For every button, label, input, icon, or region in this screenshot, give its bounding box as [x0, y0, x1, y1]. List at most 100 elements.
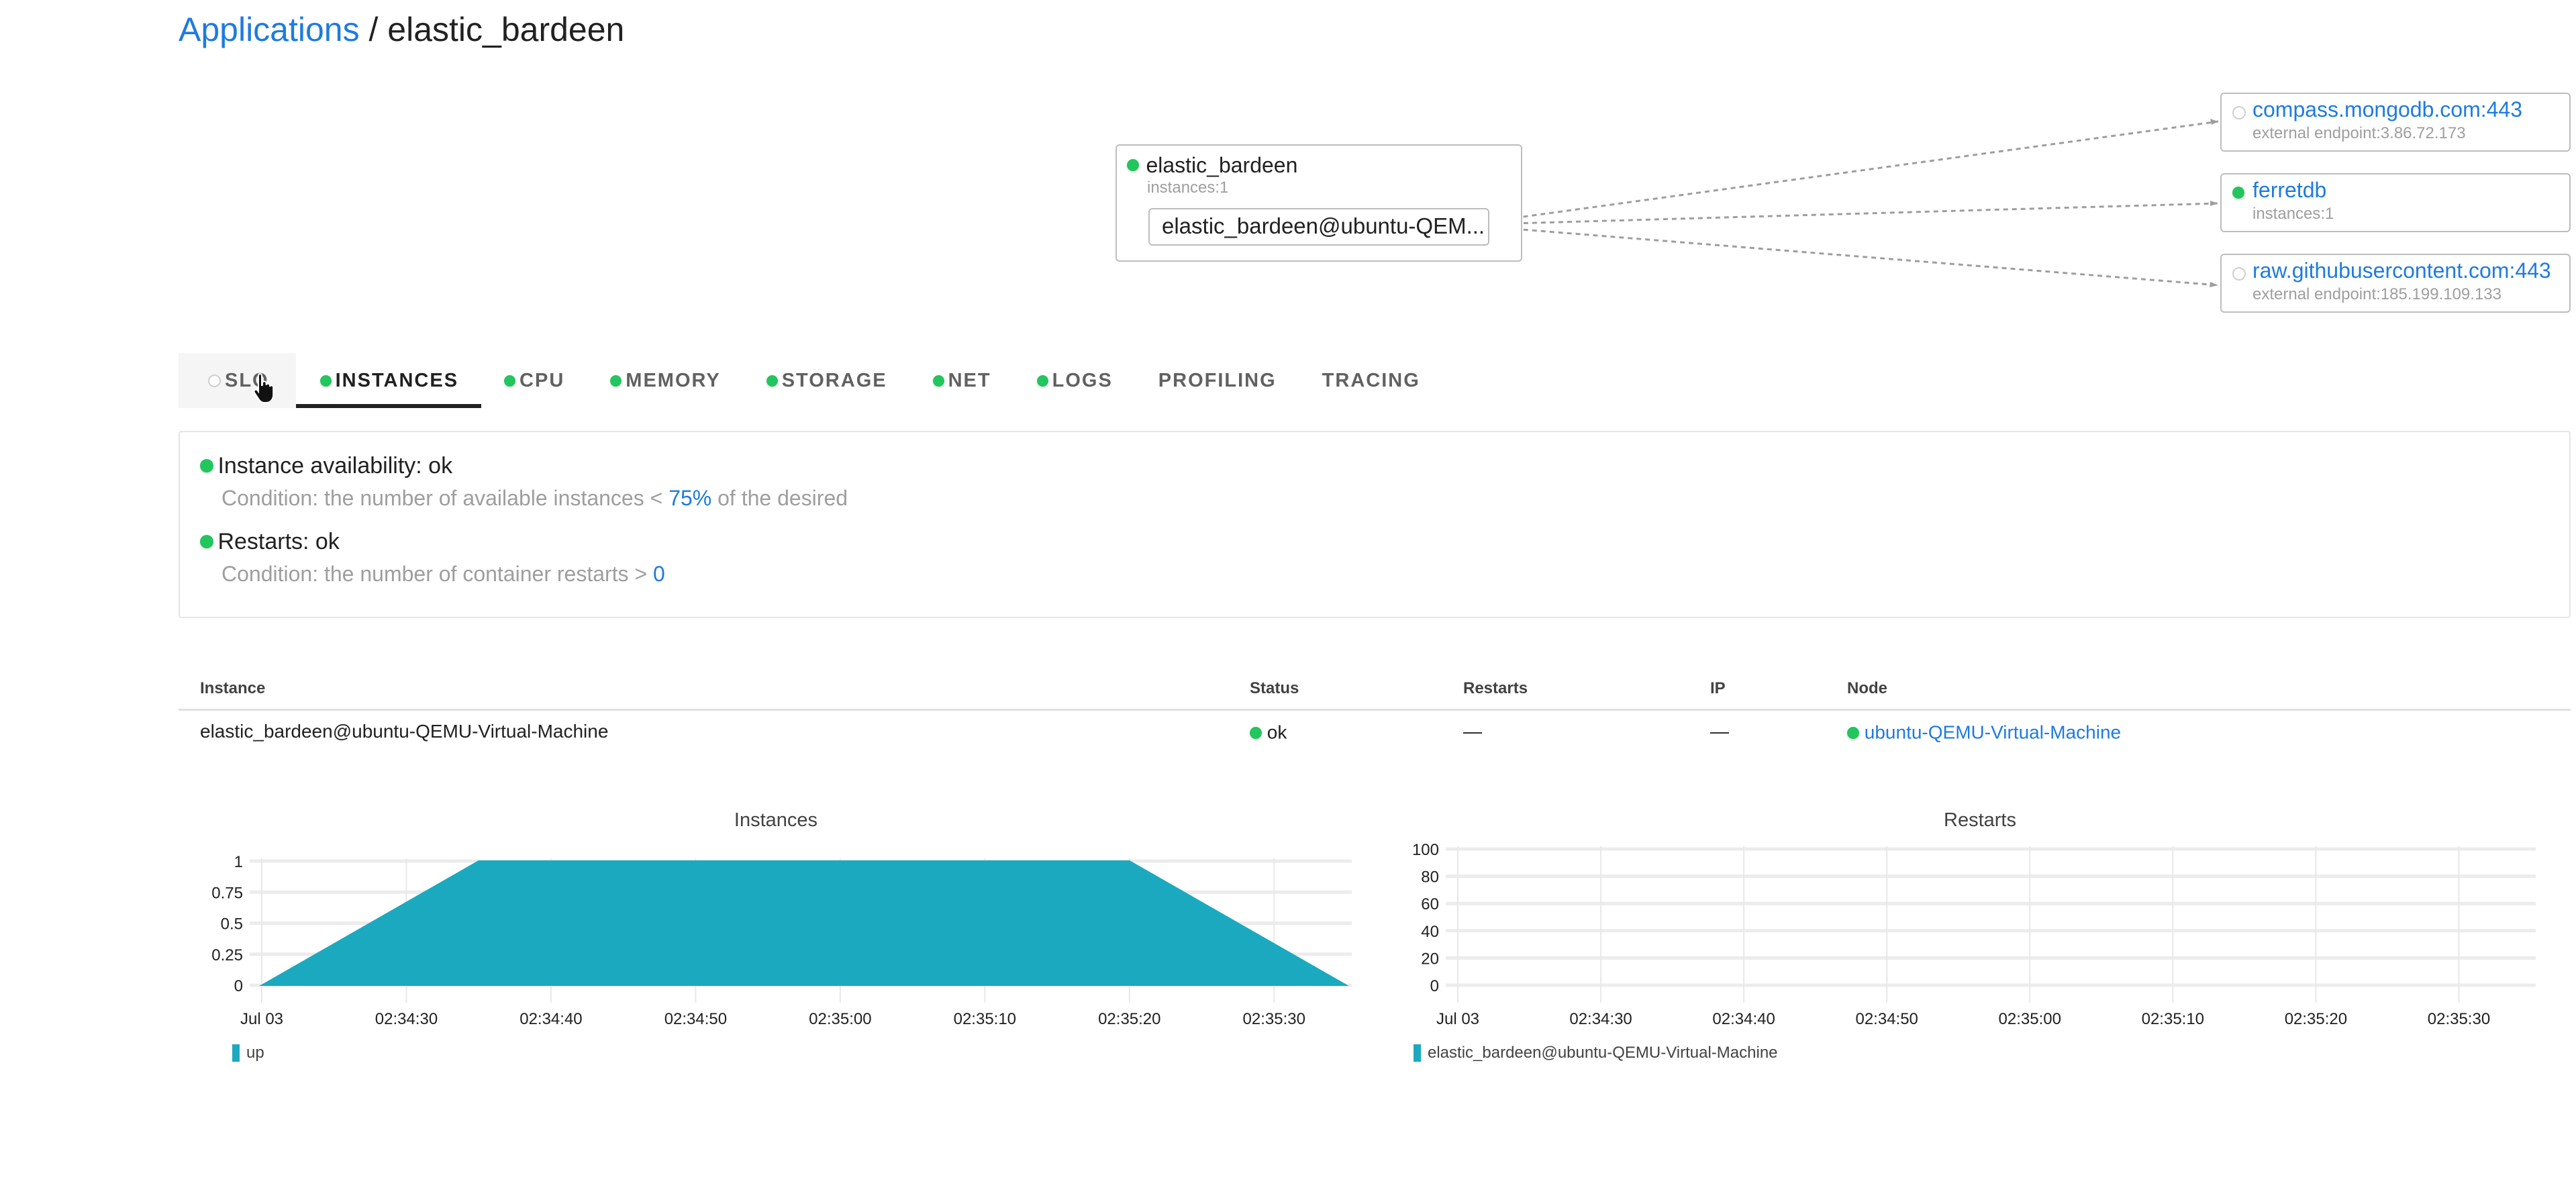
tab-tracing[interactable]: TRACING [1299, 353, 1443, 408]
legend-swatch [232, 1044, 240, 1062]
dependency-name[interactable]: ferretdb [2252, 177, 2326, 203]
tab-label: STORAGE [781, 369, 887, 391]
status-ok-icon [200, 535, 213, 548]
y-tick-label: 1 [234, 853, 243, 871]
legend-label[interactable]: up [246, 1044, 264, 1062]
y-tick-label: 0 [1430, 977, 1439, 995]
tab-label: PROFILING [1158, 369, 1277, 391]
cell-instance: elastic_bardeen@ubuntu-QEMU-Virtual-Mach… [200, 721, 609, 742]
tab-logs[interactable]: LOGS [1014, 353, 1136, 408]
x-tick-label: 02:35:00 [809, 1010, 871, 1028]
app-node[interactable]: elastic_bardeen instances:1 elastic_bard… [1116, 144, 1522, 262]
y-tick-label: 20 [1421, 950, 1439, 968]
cell-node: ubuntu-QEMU-Virtual-Machine [1847, 721, 2121, 744]
chart-title-restarts: Restarts [1944, 809, 2016, 831]
x-tick-label: Jul 03 [1436, 1010, 1479, 1028]
area-series-up [259, 860, 1349, 986]
tab-bar: SLO INSTANCES CPU MEMORY STORAGE NET LOG… [179, 353, 1443, 408]
y-tick-label: 0.5 [221, 915, 243, 934]
restarts-chart: 0 20 40 60 80 100 Jul 03 02:34:30 02:34:40 02:34:… [1412, 841, 2536, 1028]
y-tick-label: 40 [1421, 923, 1439, 941]
dependency-subtitle: external endpoint:185.199.109.133 [2252, 285, 2501, 303]
condition-threshold[interactable]: 75% [668, 486, 711, 510]
status-ok-icon [932, 374, 944, 387]
check-title: Restarts: ok [217, 529, 340, 554]
y-tick-label: 60 [1421, 895, 1439, 913]
condition-suffix: of the desired [711, 486, 848, 510]
check-restarts: Restarts: ok [200, 528, 340, 555]
tab-memory[interactable]: MEMORY [587, 353, 743, 408]
x-tick-label: 02:35:20 [1098, 1010, 1160, 1028]
tab-label: NET [948, 369, 991, 391]
app-node-subtitle: instances:1 [1147, 179, 1229, 197]
x-tick-label: 02:34:30 [1569, 1010, 1632, 1028]
dependency-node-ferretdb[interactable]: ferretdb instances:1 [2220, 173, 2571, 232]
y-tick-label: 80 [1421, 868, 1439, 887]
legend-label[interactable]: elastic_bardeen@ubuntu-QEMU-Virtual-Mach… [1428, 1044, 1778, 1062]
tab-cpu[interactable]: CPU [481, 353, 587, 408]
dependency-subtitle: external endpoint:3.86.72.173 [2252, 124, 2466, 142]
x-tick-label: Jul 03 [240, 1010, 283, 1028]
cell-status: ok [1250, 721, 1287, 744]
status-unknown-icon [2232, 106, 2246, 119]
condition-prefix: Condition: the number of available insta… [221, 486, 669, 510]
x-tick-label: 02:34:50 [1855, 1010, 1918, 1028]
dependency-node-compass[interactable]: compass.mongodb.com:443 external endpoin… [2220, 93, 2571, 152]
tab-label: LOGS [1052, 369, 1113, 391]
y-tick-label: 100 [1412, 841, 1439, 859]
cell-restarts: — [1463, 721, 1482, 742]
status-ok-icon [1847, 726, 1859, 739]
x-tick-label: 02:34:40 [1712, 1010, 1775, 1028]
dependency-name[interactable]: raw.githubusercontent.com:443 [2252, 258, 2551, 283]
status-unknown-icon [2232, 267, 2246, 281]
legend-swatch [1414, 1044, 1421, 1062]
arrow-ferretdb [2210, 201, 2218, 206]
condition-threshold[interactable]: 0 [653, 562, 665, 586]
status-ok-icon [610, 374, 622, 387]
tab-net[interactable]: NET [910, 353, 1014, 408]
x-tick-label: 02:34:50 [664, 1010, 727, 1028]
table-row: elastic_bardeen@ubuntu-QEMU-Virtual-Mach… [179, 711, 2571, 758]
tab-instances[interactable]: INSTANCES [295, 353, 482, 408]
column-header-node: Node [1847, 679, 1887, 697]
column-header-ip: IP [1710, 679, 1726, 697]
app-status-dot [1127, 159, 1139, 171]
x-tick-label: 02:35:00 [1999, 1010, 2061, 1028]
x-tick-label: 02:35:10 [954, 1010, 1016, 1028]
column-header-restarts: Restarts [1463, 679, 1528, 697]
cell-ip: — [1710, 721, 1729, 742]
tab-storage[interactable]: STORAGE [744, 353, 910, 408]
status-ok-icon [504, 374, 516, 387]
x-tick-label: 02:34:40 [519, 1010, 582, 1028]
tab-label: MEMORY [626, 369, 721, 391]
slo-checks-panel: Instance availability: ok Condition: the… [179, 431, 2571, 618]
dependency-node-raw-github[interactable]: raw.githubusercontent.com:443 external e… [2220, 254, 2571, 313]
restarts-legend: elastic_bardeen@ubuntu-QEMU-Virtual-Mach… [1414, 1044, 1778, 1062]
x-tick-label: 02:35:20 [2285, 1010, 2347, 1028]
app-node-name: elastic_bardeen [1146, 153, 1298, 177]
column-header-status: Status [1250, 679, 1299, 697]
check-condition: Condition: the number of available insta… [221, 485, 848, 511]
x-tick-label: 02:35:10 [2142, 1010, 2204, 1028]
tab-label: TRACING [1322, 369, 1420, 391]
status-ok-icon [200, 459, 213, 472]
check-title: Instance availability: ok [217, 453, 453, 479]
instance-chip[interactable]: elastic_bardeen@ubuntu-QEM... [1148, 208, 1489, 246]
tab-label: INSTANCES [335, 369, 459, 391]
x-tick-label: 02:35:30 [1243, 1010, 1305, 1028]
y-tick-label: 0.25 [211, 946, 243, 964]
arrow-raw-github [2210, 282, 2218, 287]
condition-prefix: Condition: the number of container resta… [221, 562, 654, 586]
x-tick-label: 02:35:30 [2428, 1010, 2490, 1028]
tab-profiling[interactable]: PROFILING [1136, 353, 1299, 408]
mouse-cursor-hand-icon [253, 372, 275, 403]
instances-table: Instance Status Restarts IP Node elastic… [179, 671, 2571, 765]
connector-ferretdb [1488, 202, 2219, 226]
arrow-compass [2210, 119, 2218, 125]
dependency-name[interactable]: compass.mongodb.com:443 [2252, 97, 2522, 122]
node-link[interactable]: ubuntu-QEMU-Virtual-Machine [1865, 722, 2121, 743]
tab-label: CPU [519, 369, 565, 391]
status-text: ok [1267, 721, 1287, 743]
column-header-instance: Instance [200, 679, 266, 697]
x-tick-label: 02:34:30 [375, 1010, 438, 1028]
